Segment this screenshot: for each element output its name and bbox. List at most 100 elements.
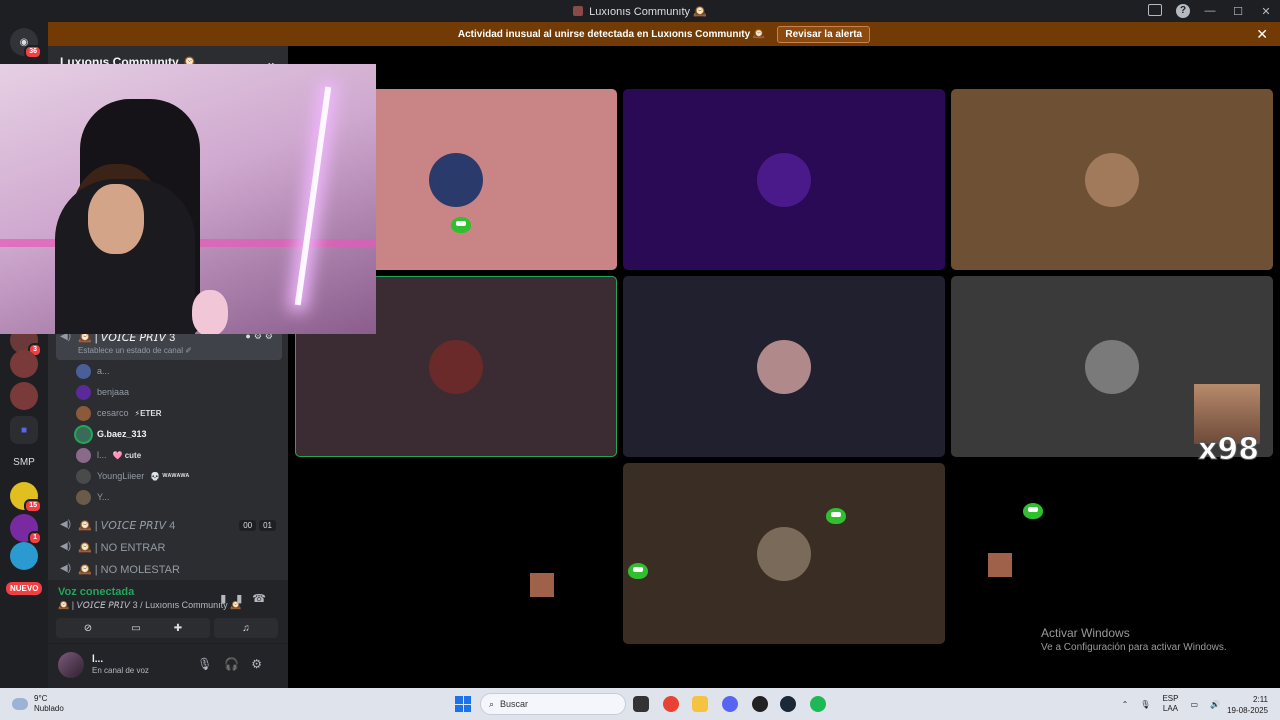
alert-message: Actividad inusual al unirse detectada en… xyxy=(457,28,766,40)
voice-member[interactable]: a... xyxy=(76,362,110,380)
avatar xyxy=(757,527,811,581)
date: 19-08-2025 xyxy=(1227,706,1268,715)
member-name: YoungLiieer xyxy=(97,471,145,481)
watermark-subtitle: Ve a Configuración para activar Windows. xyxy=(1041,642,1227,653)
language-code: ESP xyxy=(1162,694,1179,703)
pepe-emote-icon xyxy=(451,217,471,233)
discord-icon[interactable] xyxy=(722,696,738,712)
voice-channel-no-molestar[interactable]: ◀) 🕰️ | NO MOLESTAR xyxy=(56,559,282,579)
avatar xyxy=(1085,340,1139,394)
home-badge: 36 xyxy=(24,45,42,59)
member-name: G.baez_313 xyxy=(97,429,147,439)
server-icon[interactable] xyxy=(10,350,38,378)
review-alert-button[interactable]: Revisar la alerta xyxy=(777,25,871,43)
member-name: Y... xyxy=(97,492,110,502)
temperature: 9°C xyxy=(34,694,48,703)
voice-member[interactable]: l... 🩷 cute xyxy=(76,446,141,464)
server-smp[interactable]: SMP xyxy=(10,448,38,476)
voice-member[interactable]: cesarco ⚡ETER xyxy=(76,404,161,422)
gamepad-icon: ✚ xyxy=(173,622,183,634)
voice-channel-no-entrar[interactable]: ◀) 🕰️ | NO ENTRAR xyxy=(56,537,282,557)
server-icon[interactable]: 15 xyxy=(10,482,42,513)
member-tag: ⚡ETER xyxy=(134,408,162,418)
window-controls: — ☐ ✕ xyxy=(1196,0,1280,22)
avatar xyxy=(76,447,91,463)
webcam-overlay xyxy=(0,64,376,334)
chrome-icon[interactable] xyxy=(663,696,679,712)
voice-channel-priv4[interactable]: ◀) 🕰️ | 𝘝𝘖𝘐𝘊𝘌 𝘗𝘙𝘐𝘝 4 00 01 xyxy=(56,515,282,535)
maximize-button[interactable]: ☐ xyxy=(1224,5,1252,18)
avatar xyxy=(76,405,91,421)
clock[interactable]: 2:11 19-08-2025 xyxy=(1227,694,1268,716)
server-icon[interactable] xyxy=(10,542,38,570)
keyboard-layout: LAA xyxy=(1162,704,1179,713)
alert-close-icon[interactable]: ✕ xyxy=(1256,26,1268,43)
plush-toy xyxy=(192,290,228,334)
pepe-emote-icon xyxy=(628,563,648,579)
time: 2:11 xyxy=(1253,695,1268,704)
obs-icon[interactable] xyxy=(752,696,768,712)
activity-button[interactable]: ✚ xyxy=(146,618,210,638)
avatar xyxy=(757,340,811,394)
steam-icon[interactable] xyxy=(780,696,796,712)
pepe-emote-icon xyxy=(826,508,846,524)
user-limit: 01 xyxy=(259,519,276,531)
voice-location: 🕰️ | 𝘝𝘖𝘐𝘊𝘌 𝘗𝘙𝘐𝘝 3 / Luxıonıs Communıty 🕰… xyxy=(58,600,242,610)
streamer-face xyxy=(88,184,144,254)
task-view-icon[interactable] xyxy=(633,696,649,712)
participant-tile[interactable] xyxy=(623,276,945,457)
new-badge[interactable]: NUEVO xyxy=(6,582,43,595)
pepe-emote-icon xyxy=(1023,503,1043,519)
avatar xyxy=(76,363,91,379)
inbox-icon[interactable] xyxy=(1148,4,1162,16)
weather-condition: Nublado xyxy=(34,704,64,713)
voice-connected-label[interactable]: Voz conectada xyxy=(58,586,134,598)
participant-tile[interactable] xyxy=(623,89,945,270)
voice-member[interactable]: Y... xyxy=(76,488,109,506)
member-name: cesarco xyxy=(97,408,129,418)
soundboard-button[interactable]: ♫ xyxy=(214,618,278,638)
combo-counter: x98 xyxy=(1197,432,1260,468)
member-tag: 💀 ᵂᴬᵂᴬᵂᴬ xyxy=(150,471,190,481)
close-button[interactable]: ✕ xyxy=(1252,5,1280,18)
avatar xyxy=(429,153,483,207)
home-button[interactable]: ◉ 36 xyxy=(10,28,42,59)
avatar[interactable] xyxy=(58,652,84,678)
voice-member[interactable]: YoungLiieer 💀 ᵂᴬᵂᴬᵂᴬ xyxy=(76,467,189,485)
watermark-title: Activar Windows xyxy=(1041,626,1130,640)
language-indicator[interactable]: ESP LAA xyxy=(1162,694,1178,714)
folder-icon[interactable]: ■ xyxy=(10,416,38,444)
minimize-button[interactable]: — xyxy=(1196,5,1224,17)
speaker-icon: ◀) xyxy=(60,541,72,552)
server-icon[interactable]: 1 xyxy=(10,514,42,545)
file-explorer-icon[interactable] xyxy=(692,696,708,712)
participant-tile[interactable] xyxy=(623,463,945,644)
volume-icon[interactable]: 🔊 xyxy=(1210,700,1220,709)
server-icon[interactable] xyxy=(10,382,38,410)
system-tray: ⌃ 🎙 ESP LAA ▭ 🔊 xyxy=(1122,694,1220,714)
participant-tile[interactable] xyxy=(951,89,1273,270)
member-name: a... xyxy=(97,366,110,376)
voice-member[interactable]: benjaaa xyxy=(76,383,129,401)
voice-status-panel: Voz conectada 🕰️ | 𝘝𝘖𝘐𝘊𝘌 𝘗𝘙𝘐𝘝 3 / Luxıon… xyxy=(48,580,288,644)
chevron-up-icon[interactable]: ⌃ xyxy=(1122,700,1129,709)
weather-widget[interactable]: 9°C Nublado xyxy=(12,694,64,714)
spotify-icon[interactable] xyxy=(810,696,826,712)
channel-name: 🕰️ | 𝘝𝘖𝘐𝘊𝘌 𝘗𝘙𝘐𝘝 4 xyxy=(78,519,176,532)
taskbar-search[interactable]: ⌕ Buscar xyxy=(480,693,626,715)
voice-panel-icons[interactable]: ▮▮☎ xyxy=(220,592,276,605)
network-icon[interactable]: ▭ xyxy=(1190,700,1198,709)
windows-start-icon[interactable] xyxy=(455,696,471,712)
channel-status[interactable]: Establece un estado de canal ✐ xyxy=(78,346,192,355)
speaker-icon: ◀) xyxy=(60,519,72,530)
member-name: benjaaa xyxy=(97,387,130,397)
member-tag: 🩷 cute xyxy=(112,450,142,460)
user-panel: l... En canal de voz 🎙🎧⚙ xyxy=(48,644,288,688)
camera-off-icon: ⊘ xyxy=(83,622,93,634)
cloud-icon xyxy=(12,698,28,710)
help-icon[interactable]: ? xyxy=(1176,4,1190,18)
voice-member[interactable]: G.baez_313 xyxy=(76,425,147,443)
user-controls[interactable]: 🎙🎧⚙ xyxy=(197,657,274,671)
title-bar: Luxıonıs Communıty 🕰️ ? — ☐ ✕ xyxy=(0,0,1280,22)
microphone-icon[interactable]: 🎙 xyxy=(1140,700,1150,709)
